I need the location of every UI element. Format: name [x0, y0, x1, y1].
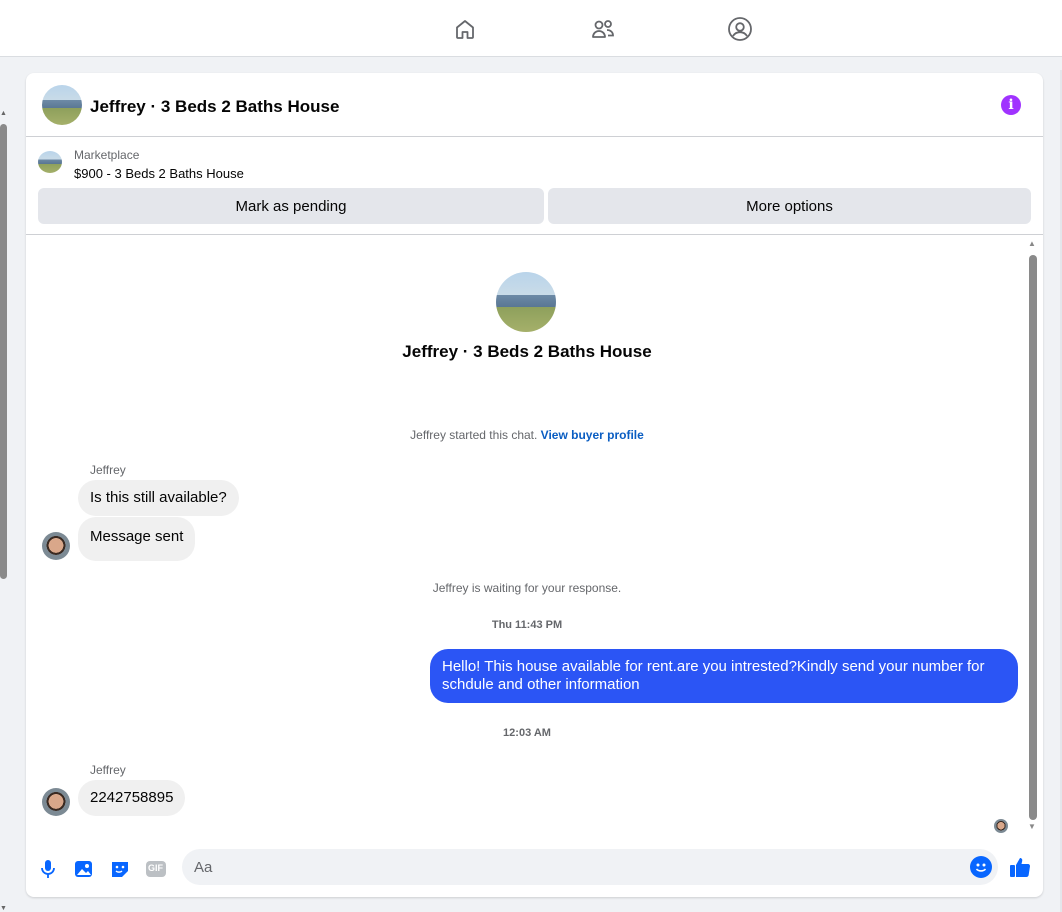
page-scroll-thumb[interactable]: [0, 124, 7, 579]
waiting-notice: Jeffrey is waiting for your response.: [432, 581, 622, 595]
message-list[interactable]: ▲ ▼ Jeffrey · 3 Beds 2 Baths House Jeffr…: [26, 235, 1043, 845]
chat-panel: Jeffrey · 3 Beds 2 Baths House i Marketp…: [26, 73, 1043, 897]
message-scrollbar[interactable]: ▲ ▼: [1028, 239, 1038, 831]
scroll-up-icon[interactable]: ▲: [1028, 239, 1036, 248]
incoming-message[interactable]: 2242758895: [78, 780, 186, 816]
emoji-button[interactable]: [970, 856, 992, 878]
top-navigation: [0, 0, 1062, 57]
sticker-button[interactable]: [108, 857, 132, 881]
friends-button[interactable]: [588, 14, 618, 44]
sender-name: Jeffrey: [90, 463, 126, 477]
voice-clip-button[interactable]: [36, 857, 60, 881]
friends-icon: [592, 20, 614, 38]
profile-button[interactable]: [725, 14, 755, 44]
scroll-down-icon[interactable]: ▼: [0, 905, 7, 912]
profile-icon: [728, 17, 752, 41]
read-receipt-avatar: [994, 819, 1008, 833]
listing-price-title[interactable]: $900 - 3 Beds 2 Baths House: [74, 166, 244, 181]
page-scrollbar[interactable]: ▲ ▼: [0, 110, 9, 912]
listing-avatar[interactable]: [42, 85, 82, 125]
timestamp: Thu 11:43 PM: [491, 619, 563, 631]
chat-started-notice: Jeffrey started this chat. View buyer pr…: [26, 428, 1028, 442]
sticker-icon: [112, 862, 128, 877]
message-input[interactable]: [194, 849, 954, 885]
intro-name: Jeffrey · 3 Beds 2 Baths House: [402, 342, 652, 361]
chat-started-text: Jeffrey started this chat.: [410, 428, 538, 442]
more-options-button[interactable]: More options: [548, 188, 1031, 224]
attach-photo-button[interactable]: [72, 857, 96, 881]
incoming-message[interactable]: Message sent: [78, 517, 196, 561]
like-button[interactable]: [1008, 855, 1032, 879]
gif-label: GIF: [148, 863, 163, 873]
view-buyer-profile-link[interactable]: View buyer profile: [541, 428, 644, 442]
marketplace-listing: Marketplace $900 - 3 Beds 2 Baths House …: [26, 137, 1043, 235]
listing-thumbnail[interactable]: [38, 151, 62, 173]
microphone-icon: [41, 860, 55, 878]
chat-title[interactable]: Jeffrey · 3 Beds 2 Baths House: [90, 97, 339, 117]
outgoing-message[interactable]: Hello! This house available for rent.are…: [430, 649, 1018, 703]
sender-avatar[interactable]: [42, 788, 70, 816]
sender-avatar[interactable]: [42, 532, 70, 560]
home-button[interactable]: [450, 14, 480, 44]
photo-icon: [75, 861, 92, 877]
emoji-icon: [975, 863, 987, 872]
info-icon[interactable]: i: [1001, 95, 1021, 115]
message-scroll-thumb[interactable]: [1029, 255, 1037, 820]
message-input-box[interactable]: [182, 849, 998, 885]
sender-name: Jeffrey: [90, 763, 126, 777]
home-icon: [456, 20, 474, 39]
scroll-down-icon[interactable]: ▼: [1028, 822, 1036, 831]
gif-button[interactable]: GIF: [144, 857, 168, 881]
intro-avatar[interactable]: [496, 272, 556, 332]
thumbs-up-icon: [1010, 858, 1031, 878]
listing-source-label: Marketplace: [74, 148, 140, 162]
scroll-up-icon[interactable]: ▲: [0, 110, 7, 117]
incoming-message[interactable]: Is this still available?: [78, 480, 239, 516]
timestamp: 12:03 AM: [503, 727, 551, 739]
message-composer: GIF: [26, 845, 1043, 897]
mark-as-pending-button[interactable]: Mark as pending: [38, 188, 544, 224]
chat-header: Jeffrey · 3 Beds 2 Baths House i: [26, 73, 1043, 137]
